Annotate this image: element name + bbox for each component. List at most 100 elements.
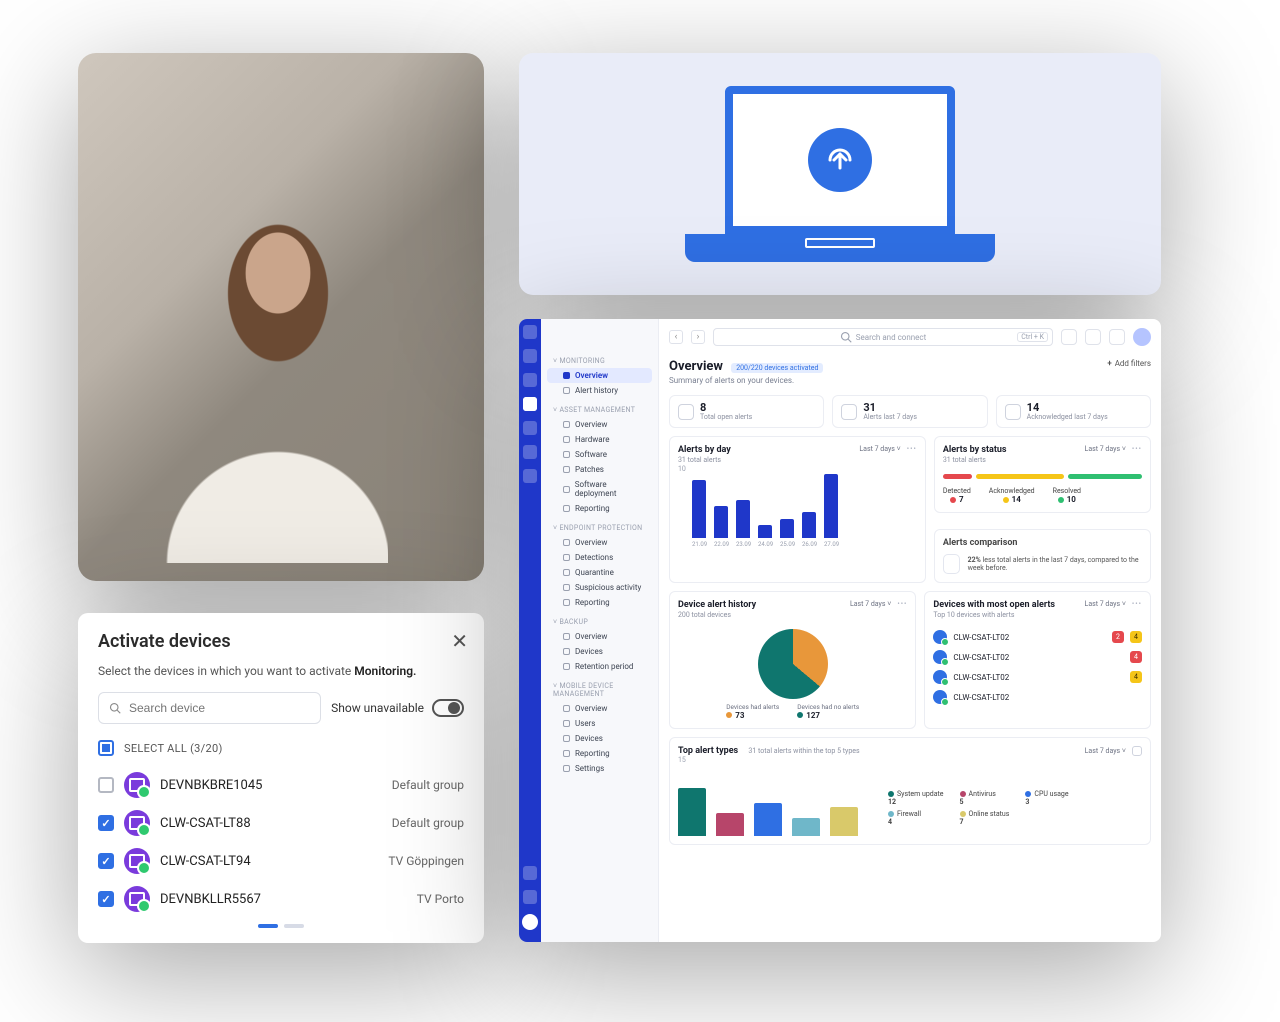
range-select[interactable]: Last 7 days (1085, 747, 1126, 755)
more-icon[interactable]: ••• (1132, 600, 1142, 608)
rail-icon[interactable] (523, 890, 537, 904)
row-checkbox[interactable] (98, 777, 114, 793)
sidebar-item[interactable]: Users (547, 716, 652, 731)
sidebar-item[interactable]: Settings (547, 761, 652, 776)
nav-forward-button[interactable]: › (691, 330, 705, 344)
sidebar-item[interactable]: Overview (547, 417, 652, 432)
modal-description: Select the devices in which you want to … (98, 664, 464, 678)
filter-icon[interactable] (1132, 746, 1142, 756)
inbox-icon[interactable] (1061, 329, 1077, 345)
more-icon[interactable]: ••• (907, 445, 917, 453)
range-select[interactable]: Last 7 days (1085, 600, 1126, 608)
chart-icon (943, 554, 960, 574)
left-rail (519, 319, 541, 942)
pie-chart (758, 629, 828, 699)
rail-icon[interactable] (523, 373, 537, 387)
activate-devices-modal: Activate devices ✕ Select the devices in… (78, 613, 484, 943)
nav-back-button[interactable]: ‹ (669, 330, 683, 344)
avatar[interactable] (1133, 328, 1151, 346)
rail-icon[interactable] (523, 349, 537, 363)
sidebar-section[interactable]: ASSET MANAGEMENT (553, 406, 652, 414)
rail-icon[interactable] (523, 445, 537, 459)
dashboard: ⊡ Remote Management MONITORING Overview … (519, 319, 1161, 942)
add-filters-button[interactable]: Add filters (1107, 359, 1151, 368)
row-checkbox[interactable] (98, 891, 114, 907)
sidebar-item[interactable]: Reporting (547, 501, 652, 516)
page-subtitle: Summary of alerts on your devices. (669, 376, 823, 385)
card-top-alert-types: Top alert types 31 total alerts within t… (669, 737, 1151, 845)
card-alerts-comparison: Alerts comparison 22% less total alerts … (934, 529, 1151, 583)
rail-icon[interactable] (523, 866, 537, 880)
laptop-illustration (519, 53, 1161, 295)
row-checkbox[interactable] (98, 815, 114, 831)
pager-dot[interactable] (284, 924, 304, 928)
sidebar-section[interactable]: BACKUP (553, 618, 652, 626)
sidebar-item[interactable]: Software (547, 447, 652, 462)
row-checkbox[interactable] (98, 853, 114, 869)
pager-dot[interactable] (258, 924, 278, 928)
sidebar: MONITORING Overview Alert history ASSET … (541, 319, 659, 942)
rail-icon[interactable] (523, 469, 537, 483)
device-icon (124, 772, 150, 798)
hero-photo (78, 53, 484, 581)
sidebar-item[interactable]: Patches (547, 462, 652, 477)
range-select[interactable]: Last 7 days (850, 600, 891, 608)
more-icon[interactable]: ••• (1132, 445, 1142, 453)
list-item[interactable]: CLW-CSAT-LT88 Default group (98, 804, 464, 842)
sidebar-section[interactable]: MOBILE DEVICE MANAGEMENT (553, 682, 652, 698)
device-icon (124, 886, 150, 912)
modal-title: Activate devices (98, 631, 464, 652)
close-icon[interactable]: ✕ (451, 629, 468, 653)
range-select[interactable]: Last 7 days (859, 445, 900, 453)
sidebar-section[interactable]: ENDPOINT PROTECTION (553, 524, 652, 532)
list-item[interactable]: DEVNBKBRE1045 Default group (98, 766, 464, 804)
list-item[interactable]: DEVNBKLLR5567 TV Porto (98, 880, 464, 916)
kpi-ack-7: 14Acknowledged last 7 days (996, 395, 1151, 428)
sidebar-item[interactable]: Devices (547, 731, 652, 746)
sidebar-item[interactable]: Devices (547, 644, 652, 659)
sidebar-item[interactable]: Reporting (547, 746, 652, 761)
sidebar-item[interactable]: Suspicious activity (547, 580, 652, 595)
card-device-history: Device alert history 200 total devices L… (669, 591, 916, 729)
rail-icon[interactable] (523, 397, 537, 411)
global-search[interactable]: Search and connect Ctrl + K (713, 328, 1053, 346)
sidebar-item[interactable]: Hardware (547, 432, 652, 447)
sidebar-item[interactable]: Overview (547, 629, 652, 644)
search-input[interactable] (98, 692, 321, 724)
sidebar-item[interactable]: Quarantine (547, 565, 652, 580)
device-list: DEVNBKBRE1045 Default group CLW-CSAT-LT8… (98, 766, 464, 916)
select-all-checkbox[interactable] (98, 740, 114, 756)
range-select[interactable]: Last 7 days (1085, 445, 1126, 453)
table-row[interactable]: CLW-CSAT-LT024 (933, 667, 1142, 687)
keyboard-hint: Ctrl + K (1017, 332, 1048, 342)
kpi-total-open: 8Total open alerts (669, 395, 824, 428)
select-all-label: SELECT ALL (3/20) (124, 742, 223, 755)
sidebar-item[interactable]: Reporting (547, 595, 652, 610)
more-icon[interactable]: ••• (897, 600, 907, 608)
device-icon (933, 630, 947, 644)
table-row[interactable]: CLW-CSAT-LT02 (933, 687, 1142, 707)
alert-triangle-icon (678, 404, 694, 420)
rail-avatar[interactable] (522, 914, 538, 930)
rail-icon[interactable] (523, 325, 537, 339)
sidebar-item-alert-history[interactable]: Alert history (547, 383, 652, 398)
card-alerts-by-status: Alerts by status 31 total alerts Last 7 … (934, 436, 1151, 513)
sidebar-item[interactable]: Retention period (547, 659, 652, 674)
bell-icon[interactable] (1109, 329, 1125, 345)
sidebar-item[interactable]: Overview (547, 701, 652, 716)
show-unavailable-toggle[interactable] (432, 699, 464, 717)
clock-icon (841, 404, 857, 420)
help-icon[interactable] (1085, 329, 1101, 345)
rail-icon[interactable] (523, 421, 537, 435)
device-icon (933, 690, 947, 704)
table-row[interactable]: CLW-CSAT-LT0224 (933, 627, 1142, 647)
sidebar-item[interactable]: Detections (547, 550, 652, 565)
table-row[interactable]: CLW-CSAT-LT024 (933, 647, 1142, 667)
sidebar-section[interactable]: MONITORING (553, 357, 652, 365)
bar-chart (692, 474, 917, 538)
list-item[interactable]: CLW-CSAT-LT94 TV Göppingen (98, 842, 464, 880)
sidebar-item[interactable]: Overview (547, 535, 652, 550)
status-badge: 200/220 devices activated (731, 363, 823, 373)
sidebar-item-overview[interactable]: Overview (547, 368, 652, 383)
sidebar-item[interactable]: Software deployment (547, 477, 652, 501)
